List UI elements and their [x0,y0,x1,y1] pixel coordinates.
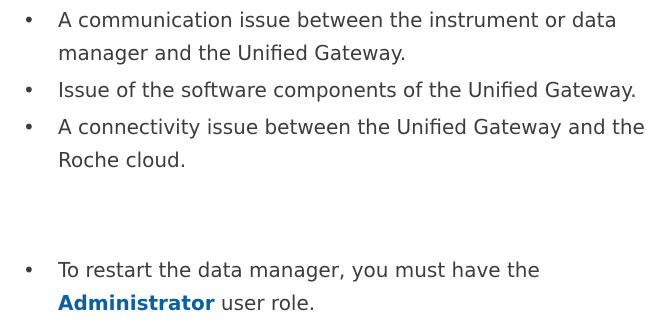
cause-text: A connectivity issue between the Unified… [58,115,645,172]
list-item: • To restart the data manager, you must … [0,254,658,320]
note-text-after: user role. [214,291,316,315]
note-text-before: To restart the data manager, you must ha… [58,258,540,282]
list-item: • A communication issue between the inst… [0,4,658,70]
note-list: • To restart the data manager, you must … [0,254,658,320]
list-item: • A connectivity issue between the Unifi… [0,111,658,177]
cause-text: A communication issue between the instru… [58,8,617,65]
bullet-icon: • [23,258,35,282]
bullet-icon: • [23,78,35,102]
bullet-icon: • [23,115,35,139]
bullet-icon: • [23,8,35,32]
administrator-role-label: Administrator [58,291,215,315]
causes-list: • A communication issue between the inst… [0,4,658,177]
list-item: • Issue of the software components of th… [0,74,658,107]
cause-text: Issue of the software components of the … [58,78,637,102]
